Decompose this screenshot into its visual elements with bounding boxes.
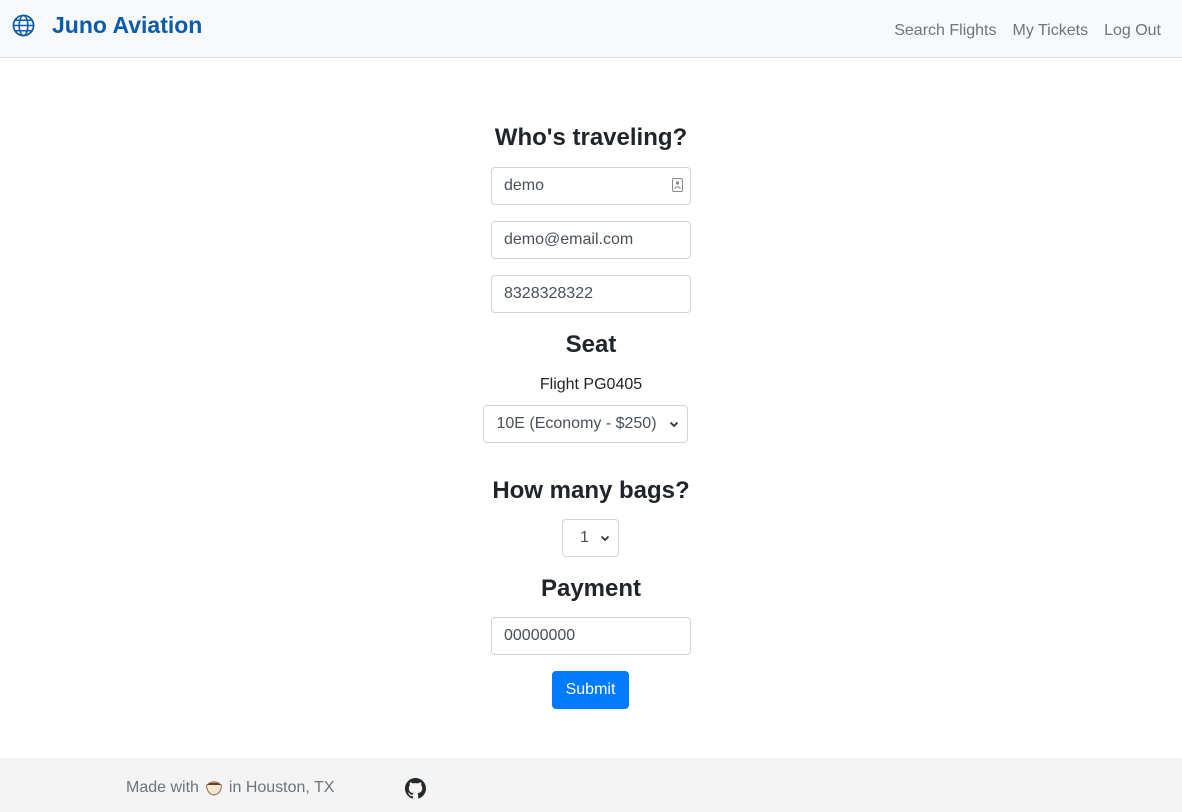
chevron-down-icon — [669, 421, 679, 428]
submit-button[interactable]: Submit — [552, 671, 629, 709]
phone-input[interactable] — [491, 275, 691, 313]
seat-heading: Seat — [565, 331, 617, 358]
payment-heading: Payment — [540, 575, 642, 602]
coffee-icon — [205, 781, 222, 796]
navbar: Juno Aviation Search Flights My Tickets … — [0, 0, 1182, 58]
footer-credit: Made with in Houston, TX — [126, 778, 334, 798]
booking-page: Who's traveling? Seat Flight PG0405 10E … — [0, 58, 1182, 758]
footer-made-with: Made with — [126, 779, 199, 796]
footer: Made with in Houston, TX — [0, 758, 1182, 812]
brand[interactable]: Juno Aviation — [12, 12, 202, 38]
footer-location: in Houston, TX — [228, 779, 335, 796]
bags-select[interactable]: 1 — [562, 519, 619, 557]
nav-my-tickets[interactable]: My Tickets — [1013, 20, 1089, 42]
nav-links: Search Flights My Tickets Log Out — [894, 20, 1161, 42]
github-icon[interactable] — [405, 778, 426, 799]
email-input[interactable] — [491, 221, 691, 259]
traveler-heading: Who's traveling? — [494, 124, 688, 151]
brand-name: Juno Aviation — [52, 12, 203, 38]
name-input[interactable] — [491, 167, 691, 205]
flight-number: Flight PG0405 — [539, 376, 643, 393]
bags-select-value: 1 — [580, 529, 589, 546]
globe-icon — [12, 14, 35, 36]
chevron-down-icon — [600, 535, 610, 542]
seat-select-value: 10E (Economy - $250) — [496, 415, 657, 432]
card-number-input[interactable] — [491, 617, 691, 655]
bags-heading: How many bags? — [492, 477, 690, 504]
nav-log-out[interactable]: Log Out — [1104, 20, 1161, 42]
seat-select[interactable]: 10E (Economy - $250) — [483, 405, 688, 443]
nav-search-flights[interactable]: Search Flights — [894, 20, 996, 42]
contact-card-icon[interactable] — [672, 178, 683, 192]
